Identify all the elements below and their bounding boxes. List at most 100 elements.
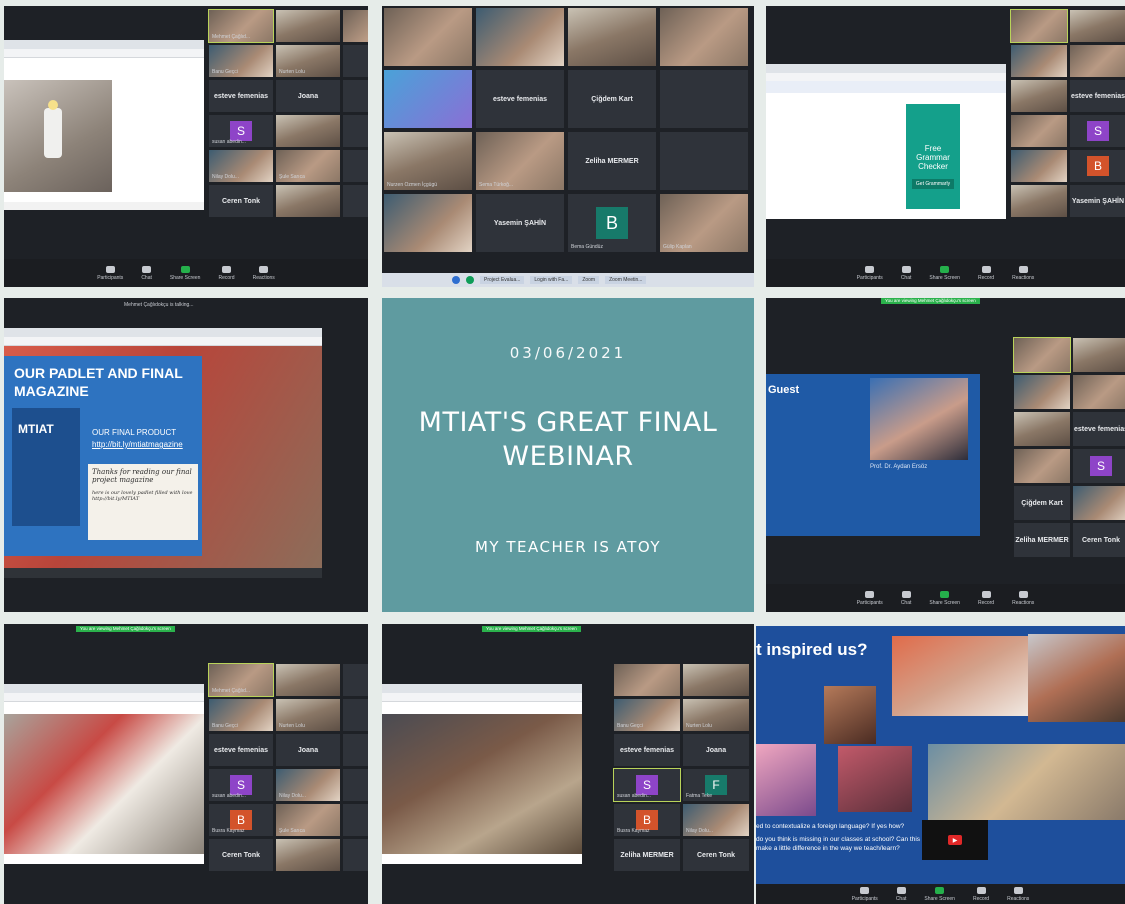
video-thumbnail[interactable]: ▶ (922, 820, 988, 860)
record-button[interactable]: Record (978, 590, 994, 606)
name-tile[interactable]: Joana (683, 734, 749, 766)
video-tile[interactable] (660, 8, 748, 66)
video-tile[interactable] (343, 45, 368, 77)
avatar-tile[interactable]: Ssusan abedin... (209, 769, 273, 801)
avatar-tile[interactable]: S (1073, 449, 1125, 483)
video-tile[interactable]: Mehmet Çağlıd... (208, 663, 274, 697)
avatar-tile[interactable]: B (1070, 150, 1125, 182)
video-tile[interactable] (1014, 412, 1070, 446)
video-tile[interactable]: Mehmet Çağlıd... (208, 9, 274, 43)
name-tile[interactable]: Yasemin ŞAHİN (476, 194, 564, 252)
video-tile[interactable] (276, 839, 340, 871)
avatar-tile[interactable]: B Busra Kaymaz (209, 804, 273, 836)
video-tile[interactable] (343, 804, 368, 836)
avatar-tile[interactable]: B Busra Kaymaz (614, 804, 680, 836)
edge-icon[interactable] (466, 276, 474, 284)
video-tile[interactable] (276, 664, 340, 696)
name-tile[interactable]: Joana (276, 734, 340, 766)
name-tile[interactable]: Zeliha MERMER (1014, 523, 1070, 557)
video-tile[interactable] (1073, 486, 1125, 520)
name-tile[interactable]: esteve femenias (209, 80, 273, 112)
avatar-tile[interactable]: B Bema Gündüz (568, 194, 656, 252)
video-tile[interactable] (343, 734, 368, 766)
name-tile[interactable]: Ceren Tonk (209, 185, 273, 217)
video-tile[interactable] (343, 699, 368, 731)
video-tile[interactable] (1013, 337, 1071, 373)
video-tile[interactable] (343, 185, 368, 217)
avatar-tile[interactable]: F Fatma Teke (683, 769, 749, 801)
video-tile[interactable] (343, 115, 368, 147)
chat-button[interactable]: Chat (901, 590, 911, 606)
video-tile[interactable] (276, 10, 340, 42)
video-tile[interactable] (1011, 80, 1067, 112)
video-tile[interactable] (1010, 9, 1068, 43)
video-tile[interactable]: Nurten Lolu (276, 699, 340, 731)
record-button[interactable]: Record (973, 886, 989, 902)
play-icon[interactable]: ▶ (948, 835, 962, 845)
video-tile[interactable] (384, 8, 472, 66)
taskbar-item[interactable]: Zoom (578, 276, 600, 284)
name-tile[interactable]: esteve femenias (1070, 80, 1125, 112)
video-tile[interactable] (1073, 338, 1125, 372)
chat-button[interactable]: Chat (901, 265, 911, 281)
share-screen-button[interactable]: Share Screen (924, 886, 955, 902)
reactions-button[interactable]: Reactions (1007, 886, 1029, 902)
participants-button[interactable]: Participants (97, 265, 123, 281)
share-screen-button[interactable]: Share Screen (929, 590, 960, 606)
video-tile[interactable] (1011, 45, 1067, 77)
video-tile[interactable] (276, 115, 340, 147)
taskbar-item[interactable]: Login with Fa... (530, 276, 573, 284)
participants-button[interactable]: Participants (852, 886, 878, 902)
video-tile[interactable]: Nurzen Ozmen İçgügü (384, 132, 472, 190)
taskbar-item[interactable]: Zoom Meetin... (605, 276, 647, 284)
video-tile[interactable] (343, 150, 368, 182)
name-tile[interactable]: esteve femenias (614, 734, 680, 766)
name-tile[interactable]: esteve femenias (209, 734, 273, 766)
video-tile[interactable] (1014, 449, 1070, 483)
reactions-button[interactable]: Reactions (1012, 590, 1034, 606)
avatar-tile[interactable]: Ssusan abedin... (613, 768, 681, 802)
video-tile[interactable] (1014, 375, 1070, 409)
record-button[interactable]: Record (218, 265, 235, 281)
video-tile[interactable] (1011, 185, 1067, 217)
name-tile[interactable]: Ceren Tonk (209, 839, 273, 871)
share-screen-button[interactable]: Share Screen (170, 265, 200, 281)
participants-button[interactable]: Participants (857, 590, 883, 606)
name-tile[interactable]: Yasemin ŞAHİN (1070, 185, 1125, 217)
name-tile[interactable]: Zeliha MERMER (568, 132, 656, 190)
video-tile[interactable] (660, 132, 748, 190)
video-tile[interactable] (1011, 115, 1067, 147)
video-tile[interactable]: Banu Geçci (209, 45, 273, 77)
reactions-button[interactable]: Reactions (1012, 265, 1034, 281)
video-tile[interactable]: Şule Sarıca (276, 804, 340, 836)
video-tile[interactable]: Gülip Kaplan (660, 194, 748, 252)
name-tile[interactable]: Zeliha MERMER (614, 839, 680, 871)
video-tile[interactable]: Nurten Lolu (683, 699, 749, 731)
participants-button[interactable]: Participants (857, 265, 883, 281)
video-tile[interactable] (384, 70, 472, 128)
video-tile[interactable]: Nilay Dolu... (683, 804, 749, 836)
video-tile[interactable] (343, 10, 368, 42)
video-tile[interactable] (1070, 10, 1125, 42)
video-tile[interactable] (568, 8, 656, 66)
video-tile[interactable] (276, 185, 340, 217)
name-tile[interactable]: esteve femenias (476, 70, 564, 128)
name-tile[interactable]: esteve femenias (1073, 412, 1125, 446)
video-tile[interactable] (614, 664, 680, 696)
video-tile[interactable]: Nurten Lolu (276, 45, 340, 77)
video-tile[interactable] (1073, 375, 1125, 409)
chat-button[interactable]: Chat (896, 886, 906, 902)
get-grammarly-button[interactable]: Get Grammarly (912, 179, 954, 189)
record-button[interactable]: Record (978, 265, 994, 281)
video-tile[interactable] (343, 839, 368, 871)
video-tile[interactable] (1011, 150, 1067, 182)
video-tile[interactable]: Banu Geçci (614, 699, 680, 731)
video-tile[interactable] (343, 769, 368, 801)
avatar-tile[interactable]: S (1070, 115, 1125, 147)
video-tile[interactable] (343, 80, 368, 112)
name-tile[interactable]: Joana (276, 80, 340, 112)
taskbar-item[interactable]: Project Evalua... (480, 276, 525, 284)
avatar-tile[interactable]: Ssusan abedin... (209, 115, 273, 147)
magazine-link[interactable]: http://bit.ly/mtiatmagazine (92, 440, 183, 449)
video-tile[interactable] (384, 194, 472, 252)
